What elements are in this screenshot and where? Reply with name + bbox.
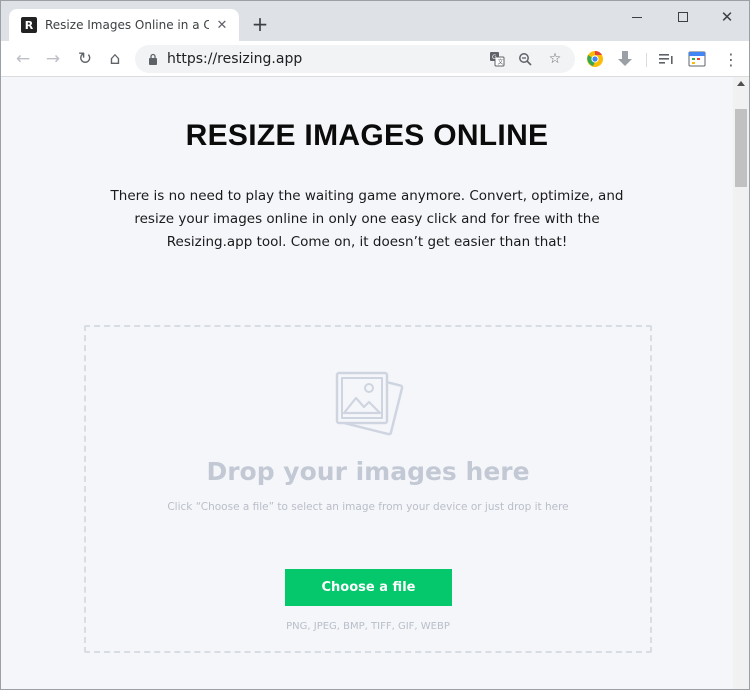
translate-icon[interactable]: G文 bbox=[487, 49, 507, 69]
download-arrow-icon[interactable] bbox=[615, 49, 635, 69]
vertical-scrollbar[interactable] bbox=[733, 77, 749, 689]
zoom-icon[interactable] bbox=[515, 49, 535, 69]
toolbar-divider bbox=[646, 53, 647, 67]
tab-strip: R Resize Images Online in a Click ✕ + ✕ bbox=[1, 1, 749, 41]
favicon-icon: R bbox=[21, 17, 37, 33]
extension-chrome-icon[interactable] bbox=[585, 49, 605, 69]
close-window-button[interactable]: ✕ bbox=[705, 3, 749, 31]
tab-close-icon[interactable]: ✕ bbox=[213, 16, 231, 34]
images-icon bbox=[331, 367, 405, 437]
new-tab-button[interactable]: + bbox=[249, 13, 271, 35]
scrollbar-thumb[interactable] bbox=[735, 109, 747, 187]
page-content: RESIZE IMAGES ONLINE There is no need to… bbox=[1, 77, 733, 689]
dropzone-title: Drop your images here bbox=[206, 457, 530, 486]
back-button[interactable]: ← bbox=[11, 47, 35, 71]
minimize-button[interactable] bbox=[615, 3, 659, 31]
intro-paragraph: There is no need to play the waiting gam… bbox=[110, 188, 624, 250]
image-dropzone[interactable]: Drop your images here Click “Choose a fi… bbox=[84, 325, 652, 653]
choose-file-button[interactable]: Choose a file bbox=[285, 569, 452, 606]
bookmark-star-icon[interactable]: ☆ bbox=[545, 49, 565, 69]
home-button[interactable]: ⌂ bbox=[103, 47, 127, 71]
reload-button[interactable]: ↻ bbox=[73, 47, 97, 71]
lock-icon[interactable] bbox=[139, 53, 167, 65]
maximize-button[interactable] bbox=[661, 3, 705, 31]
reading-list-icon[interactable] bbox=[657, 49, 677, 69]
calendar-extension-icon[interactable] bbox=[687, 49, 707, 69]
address-bar[interactable]: https://resizing.app G文 ☆ bbox=[135, 45, 575, 73]
supported-formats: PNG, JPEG, BMP, TIFF, GIF, WEBP bbox=[286, 621, 450, 632]
tab-title: Resize Images Online in a Click bbox=[45, 18, 209, 32]
svg-text:G: G bbox=[492, 54, 497, 61]
browser-toolbar: ← → ↻ ⌂ https://resizing.app G文 ☆ ⋮ bbox=[1, 41, 749, 77]
dropzone-subtitle: Click “Choose a file” to select an image… bbox=[167, 501, 569, 513]
browser-tab[interactable]: R Resize Images Online in a Click ✕ bbox=[9, 9, 239, 41]
page-viewport: RESIZE IMAGES ONLINE There is no need to… bbox=[1, 77, 749, 689]
minimize-icon bbox=[632, 16, 642, 18]
svg-text:文: 文 bbox=[498, 58, 504, 66]
browser-menu-icon[interactable]: ⋮ bbox=[719, 47, 743, 71]
forward-button[interactable]: → bbox=[41, 47, 65, 71]
page-title: RESIZE IMAGES ONLINE bbox=[185, 119, 549, 152]
browser-window: R Resize Images Online in a Click ✕ + ✕ … bbox=[0, 0, 750, 690]
maximize-icon bbox=[678, 12, 688, 22]
url-text[interactable]: https://resizing.app bbox=[167, 51, 302, 67]
scroll-up-arrow-icon[interactable] bbox=[737, 81, 745, 86]
